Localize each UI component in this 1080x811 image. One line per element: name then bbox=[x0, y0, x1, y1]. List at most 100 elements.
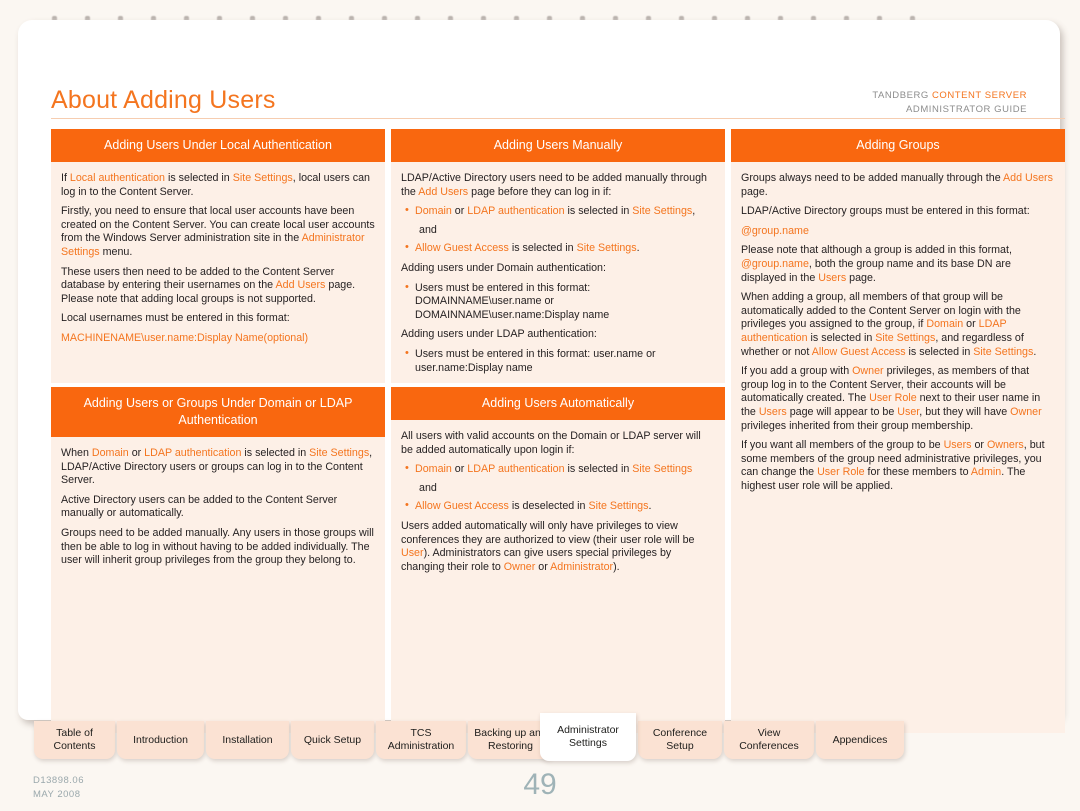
paragraph: Firstly, you need to ensure that local u… bbox=[61, 205, 375, 259]
inline-highlight: @group.name bbox=[741, 257, 809, 270]
inline-highlight: Domain bbox=[926, 318, 964, 331]
inline-highlight: Administrator bbox=[550, 560, 614, 573]
inline-highlight: Local authentication bbox=[69, 172, 165, 184]
tab-table-of-contents[interactable]: Table of Contents bbox=[34, 721, 115, 759]
manual-domain-heading: Adding users under Domain authentication… bbox=[401, 262, 715, 276]
inline-text: Groups always need to be added manually … bbox=[741, 172, 1004, 184]
inline-highlight: Add Users bbox=[1003, 172, 1053, 184]
inline-highlight: Site Settings bbox=[632, 463, 693, 476]
tab-quick-setup[interactable]: Quick Setup bbox=[291, 721, 374, 759]
inline-highlight: Users bbox=[943, 439, 972, 452]
panel-body-groups: Groups always need to be added manually … bbox=[731, 162, 1065, 733]
tab-label: Table of Contents bbox=[53, 727, 96, 752]
inline-highlight: Site Settings bbox=[232, 172, 293, 184]
inline-highlight: Allow Guest Access bbox=[811, 345, 906, 358]
inline-highlight: Owner bbox=[1010, 405, 1042, 418]
inline-text: or bbox=[451, 205, 468, 218]
inline-text: Adding users under LDAP authentication: bbox=[401, 328, 597, 341]
tab-appendices[interactable]: Appendices bbox=[816, 721, 904, 759]
inline-text: Please note that although a group is add… bbox=[741, 244, 1012, 257]
inline-text: Users added automatically will only have… bbox=[401, 519, 695, 546]
tab-label: Quick Setup bbox=[303, 733, 362, 746]
list-item: Users must be entered in this format: DO… bbox=[405, 281, 715, 323]
paragraph: If you add a group with Owner privileges… bbox=[741, 365, 1055, 433]
inline-text: is selected in bbox=[564, 463, 633, 476]
inline-text: is selected in bbox=[508, 242, 577, 255]
page-sheet: About Adding Users TANDBERG CONTENT SERV… bbox=[18, 20, 1065, 733]
inline-text: . bbox=[1033, 345, 1037, 358]
inline-text: page. bbox=[846, 271, 876, 284]
tab-label: Backing up and Restoring bbox=[474, 727, 547, 752]
inline-highlight: User bbox=[897, 405, 920, 418]
brand-label: TANDBERG CONTENT SERVER ADMINISTRATOR GU… bbox=[872, 89, 1027, 117]
brand-product-prefix: TANDBERG bbox=[872, 90, 933, 101]
automatic-bullets: Domain or LDAP authentication is selecte… bbox=[401, 462, 715, 514]
inline-highlight: Site Settings bbox=[576, 242, 637, 255]
tab-introduction[interactable]: Introduction bbox=[117, 721, 204, 759]
inline-text: menu. bbox=[99, 245, 133, 258]
inline-text: or bbox=[451, 463, 468, 476]
inline-highlight: Site Settings bbox=[588, 500, 649, 513]
tab-label: Administrator Settings bbox=[557, 724, 619, 749]
inline-text: Users must be entered in this format: us… bbox=[415, 347, 656, 374]
inline-highlight: LDAP authentication bbox=[144, 447, 242, 459]
inline-highlight: MACHINENAME\user.name:Display Name(optio… bbox=[61, 331, 309, 344]
tab-conference-setup[interactable]: Conference Setup bbox=[638, 721, 722, 759]
inline-highlight: LDAP authentication bbox=[467, 463, 565, 476]
panel-adding-users-manually: Adding Users Manually LDAP/Active Direct… bbox=[391, 129, 725, 383]
tab-installation[interactable]: Installation bbox=[206, 721, 289, 759]
inline-text: is selected in bbox=[165, 172, 233, 184]
tab-tcs-administration[interactable]: TCS Administration bbox=[376, 721, 466, 759]
inline-text: . bbox=[636, 242, 640, 255]
inline-highlight: Site Settings bbox=[309, 447, 370, 459]
inline-text: ). bbox=[613, 560, 620, 573]
paragraph: Groups need to be added manually. Any us… bbox=[61, 527, 375, 568]
inline-text: is selected in bbox=[807, 331, 876, 344]
inline-text: is selected in bbox=[905, 345, 974, 358]
paragraph: @group.name bbox=[741, 225, 1055, 239]
list-item: Allow Guest Access is deselected in Site… bbox=[405, 499, 715, 514]
inline-text: and bbox=[419, 223, 437, 236]
paragraph: Active Directory users can be added to t… bbox=[61, 494, 375, 521]
paragraph: Please note that although a group is add… bbox=[741, 244, 1055, 285]
tab-administrator-settings[interactable]: Administrator Settings bbox=[540, 713, 636, 761]
tab-label: Installation bbox=[222, 733, 273, 746]
inline-text: page. bbox=[741, 185, 768, 198]
inline-highlight: Owners bbox=[986, 439, 1024, 452]
inline-text: is selected in bbox=[564, 205, 633, 218]
inline-highlight: @group.name bbox=[741, 224, 809, 237]
inline-text: , but they will have bbox=[919, 405, 1011, 418]
inline-text: LDAP/Active Directory groups must be ent… bbox=[741, 205, 1030, 218]
tab-view-conferences[interactable]: View Conferences bbox=[724, 721, 814, 759]
inline-text: is selected in bbox=[241, 447, 310, 459]
inline-highlight: Domain bbox=[91, 447, 129, 459]
inline-highlight: Domain bbox=[415, 205, 452, 218]
inline-text: page before they can log in if: bbox=[468, 185, 612, 198]
paragraph: Groups always need to be added manually … bbox=[741, 172, 1055, 199]
tab-label: Introduction bbox=[133, 733, 188, 746]
document-page: About Adding Users TANDBERG CONTENT SERV… bbox=[0, 0, 1080, 811]
inline-text: or bbox=[971, 439, 987, 452]
list-item: Users must be entered in this format: us… bbox=[405, 347, 715, 375]
paragraph: When Domain or LDAP authentication is se… bbox=[61, 447, 375, 488]
list-item: Allow Guest Access is selected in Site S… bbox=[405, 241, 715, 256]
inline-text: When bbox=[61, 447, 92, 459]
paragraph: If you want all members of the group to … bbox=[741, 439, 1055, 493]
paragraph: MACHINENAME\user.name:Display Name(optio… bbox=[61, 332, 375, 346]
inline-text: . bbox=[648, 500, 652, 513]
page-title: About Adding Users bbox=[51, 86, 276, 114]
tab-label: Conference Setup bbox=[652, 727, 708, 752]
inline-highlight: Allow Guest Access bbox=[415, 500, 509, 513]
automatic-intro: All users with valid accounts on the Dom… bbox=[401, 430, 715, 457]
inline-text: If you want all members of the group to … bbox=[741, 439, 944, 452]
inline-text: is deselected in bbox=[508, 500, 589, 513]
panel-adding-users-local: Adding Users Under Local Authentication … bbox=[51, 129, 385, 383]
panel-body-domain-ldap: When Domain or LDAP authentication is se… bbox=[51, 437, 385, 733]
inline-highlight: LDAP authentication bbox=[467, 205, 565, 218]
inline-text: page will appear to be bbox=[786, 405, 898, 418]
inline-highlight: Add Users bbox=[275, 279, 326, 292]
panel-adding-users-automatically: Adding Users Automatically All users wit… bbox=[391, 387, 725, 733]
inline-text: for these members to bbox=[864, 466, 971, 479]
panel-title-automatic: Adding Users Automatically bbox=[391, 387, 725, 420]
inline-text: privileges inherited from their group me… bbox=[741, 419, 974, 432]
